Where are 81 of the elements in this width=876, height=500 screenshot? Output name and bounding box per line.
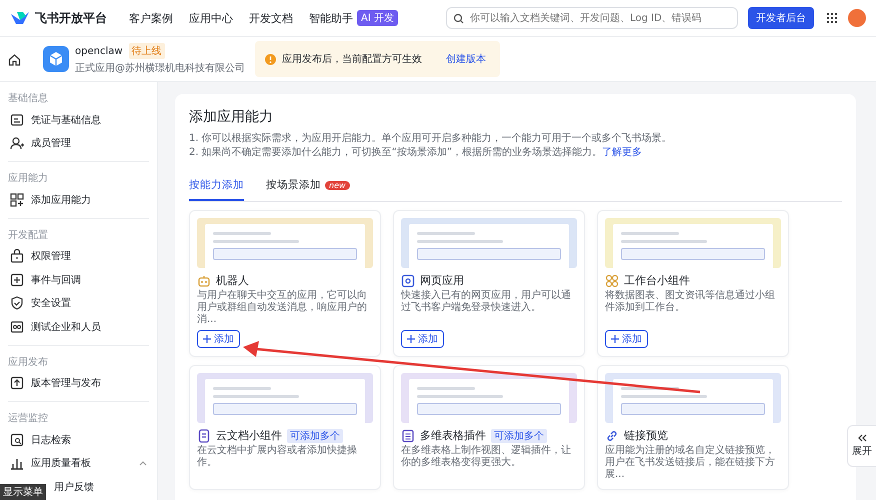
- card-description: 快速接入已有的网页应用，用户可以通过飞书客户端免登录快速进入。: [401, 290, 572, 315]
- table-icon: [401, 428, 415, 442]
- nav-link[interactable]: 智能助手 AI 开发: [309, 10, 398, 26]
- sidebar-item[interactable]: 版本管理与发布: [8, 372, 149, 395]
- ai-badge: AI 开发: [357, 10, 398, 26]
- search-file-icon: [10, 432, 24, 447]
- two-circles-icon: [10, 320, 24, 334]
- card-description: 在多维表格上制作视图、逻辑插件，让你的多维表格变得更强大。: [401, 445, 572, 470]
- plus-icon: [203, 335, 211, 343]
- sidebar-item[interactable]: 应用质量看板: [8, 452, 149, 475]
- new-badge: new: [325, 180, 350, 190]
- app-name: openclaw: [75, 46, 123, 56]
- sidebar-item[interactable]: 添加应用能力: [8, 188, 149, 212]
- nav-link[interactable]: 客户案例: [129, 10, 173, 26]
- instruction-text: 1. 你可以根据实际需求，为应用开启能力。单个应用可开启多种能力，一个能力可用于一个或多个飞书场景。: [189, 132, 673, 146]
- warning-icon: [265, 54, 276, 64]
- four-circles-icon: [605, 274, 619, 288]
- link-icon: [605, 428, 619, 442]
- multi-badge: 可添加多个: [491, 428, 547, 442]
- avatar[interactable]: [848, 9, 866, 27]
- multi-badge: 可添加多个: [287, 428, 343, 442]
- create-version-link[interactable]: 创建版本: [446, 52, 486, 66]
- card-title: 机器人: [216, 273, 249, 288]
- logo-icon: [10, 10, 30, 26]
- grid-plus-icon: [10, 192, 24, 207]
- document-icon: [197, 428, 211, 442]
- bar-chart-icon: [10, 456, 24, 470]
- console-button[interactable]: 开发者后台: [748, 7, 814, 29]
- card-description: 与用户在聊天中交互的应用，它可以向用户或群组自动发送消息，响应用户的消...: [197, 290, 368, 326]
- notice-text: 应用发布后，当前配置方可生效: [282, 52, 422, 66]
- upload-icon: [10, 376, 24, 390]
- sidebar-item[interactable]: 测试企业和人员: [8, 315, 149, 338]
- double-chevron-left-icon: [857, 434, 867, 442]
- section-heading: 基础信息: [8, 92, 49, 106]
- page-title: 添加应用能力: [189, 108, 274, 126]
- apps-grid-icon[interactable]: [826, 12, 838, 24]
- search-icon: [453, 12, 464, 24]
- status-badge: 待上线: [128, 43, 165, 59]
- add-button[interactable]: 添加: [605, 330, 648, 348]
- card-title: 云文档小组件: [216, 428, 282, 443]
- learn-more-link[interactable]: 了解更多: [602, 147, 642, 158]
- section-heading: 应用能力: [8, 172, 49, 186]
- nav-link[interactable]: 应用中心: [189, 10, 233, 26]
- cube-icon: [48, 51, 64, 67]
- card-description: 在云文档中扩展内容或者添加快捷操作。: [197, 445, 358, 470]
- sidebar-item[interactable]: 凭证与基础信息: [8, 108, 149, 132]
- plus-icon: [611, 335, 619, 343]
- add-button[interactable]: 添加: [401, 330, 444, 348]
- card-title: 网页应用: [420, 273, 464, 288]
- tab[interactable]: 按能力添加: [189, 174, 244, 201]
- section-heading: 开发配置: [8, 228, 49, 242]
- instruction-text: 2. 如果尚不确定需要添加什么能力，可切换至“按场景添加”，根据所需的业务场景选择能力。了解更多: [189, 146, 644, 160]
- add-button[interactable]: 添加: [197, 330, 240, 348]
- tab[interactable]: 按场景添加 new: [266, 174, 350, 201]
- lock-icon: [10, 249, 24, 264]
- card-description: 应用能为注册的域名自定义链接预览，用户在飞书发送链接后，能在链接下方展...: [605, 445, 776, 481]
- robot-icon: [197, 274, 211, 288]
- section-heading: 运营监控: [8, 412, 49, 426]
- sidebar-item[interactable]: 权限管理: [8, 244, 149, 268]
- card-description: 将数据图表、图文资讯等信息通过小组件添加到工作台。: [605, 290, 776, 315]
- menu-tooltip: 显示菜单: [0, 484, 46, 500]
- sidebar-item[interactable]: 日志检索: [8, 428, 149, 452]
- brand-name[interactable]: 飞书开放平台: [35, 10, 107, 26]
- plus-icon: [407, 335, 415, 343]
- expand-button[interactable]: 展开: [847, 425, 876, 467]
- section-heading: 应用发布: [8, 356, 49, 370]
- card-title: 工作台小组件: [624, 273, 690, 288]
- sidebar-item[interactable]: 安全设置: [8, 292, 149, 315]
- home-icon[interactable]: [8, 52, 21, 66]
- nav-link[interactable]: 开发文档: [249, 10, 293, 26]
- sidebar-item[interactable]: 事件与回调: [8, 268, 149, 292]
- card-title: 多维表格插件: [420, 428, 486, 443]
- user-add-icon: [10, 136, 24, 150]
- app-subtitle: 正式应用@苏州横璟机电科技有限公司: [75, 62, 245, 75]
- browser-icon: [401, 274, 415, 288]
- sidebar-item[interactable]: 成员管理: [8, 132, 149, 155]
- shield-check-icon: [10, 296, 24, 310]
- card-title: 链接预览: [624, 428, 668, 443]
- id-card-icon: [10, 112, 24, 127]
- plus-square-icon: [10, 272, 24, 287]
- search-field[interactable]: 你可以输入文档关键词、开发问题、Log ID、错误码: [446, 7, 738, 29]
